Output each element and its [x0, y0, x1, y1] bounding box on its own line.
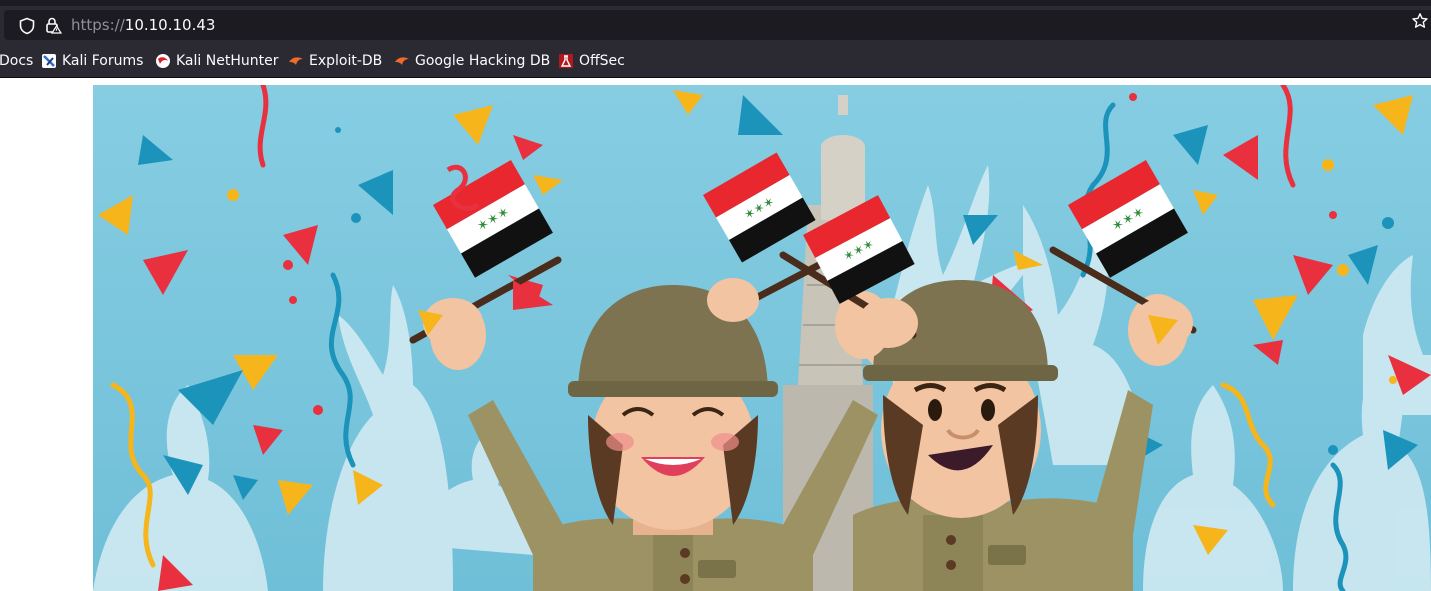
kali-nethunter-icon [156, 54, 170, 68]
exploit-db-icon [289, 57, 303, 65]
kali-forums-icon [42, 54, 56, 68]
url-bar[interactable]: https://10.10.10.43 [4, 10, 1431, 40]
celebration-banner-image: ✶✶✶ ✶✶✶ ✶✶✶ ✶✶✶ [93, 85, 1431, 591]
bookmark-label: Kali Forums [62, 53, 144, 69]
offsec-icon [559, 54, 573, 68]
bookmark-offsec[interactable]: OffSec [558, 51, 625, 71]
bookmark-label: Exploit-DB [309, 53, 383, 69]
url-host: 10.10.10.43 [124, 16, 216, 34]
bookmark-label: Google Hacking DB [415, 53, 551, 69]
bookmark-star-icon[interactable] [1411, 12, 1429, 30]
bookmark-google-hacking-db[interactable]: Google Hacking DB [394, 51, 550, 71]
navigation-toolbar: https://10.10.10.43 [0, 6, 1431, 44]
bookmark-docs[interactable]: Docs [0, 51, 33, 71]
url-text[interactable]: https://10.10.10.43 [71, 15, 215, 35]
bookmark-kali-nethunter[interactable]: Kali NetHunter [155, 51, 278, 71]
shield-icon[interactable] [18, 17, 36, 35]
page-content: ✶✶✶ ✶✶✶ ✶✶✶ ✶✶✶ [0, 78, 1431, 591]
lock-warning-icon[interactable] [44, 16, 62, 34]
bookmark-kali-forums[interactable]: Kali Forums [41, 51, 143, 71]
bookmark-label: Kali NetHunter [176, 53, 279, 69]
bookmark-label: Docs [0, 53, 34, 69]
url-scheme: https:// [71, 16, 125, 34]
ghdb-icon [395, 57, 409, 65]
bookmarks-toolbar: Docs Kali Forums Kali NetHunter Exploit-… [0, 44, 1431, 78]
bookmark-exploit-db[interactable]: Exploit-DB [288, 51, 382, 71]
bookmark-label: OffSec [579, 53, 625, 69]
